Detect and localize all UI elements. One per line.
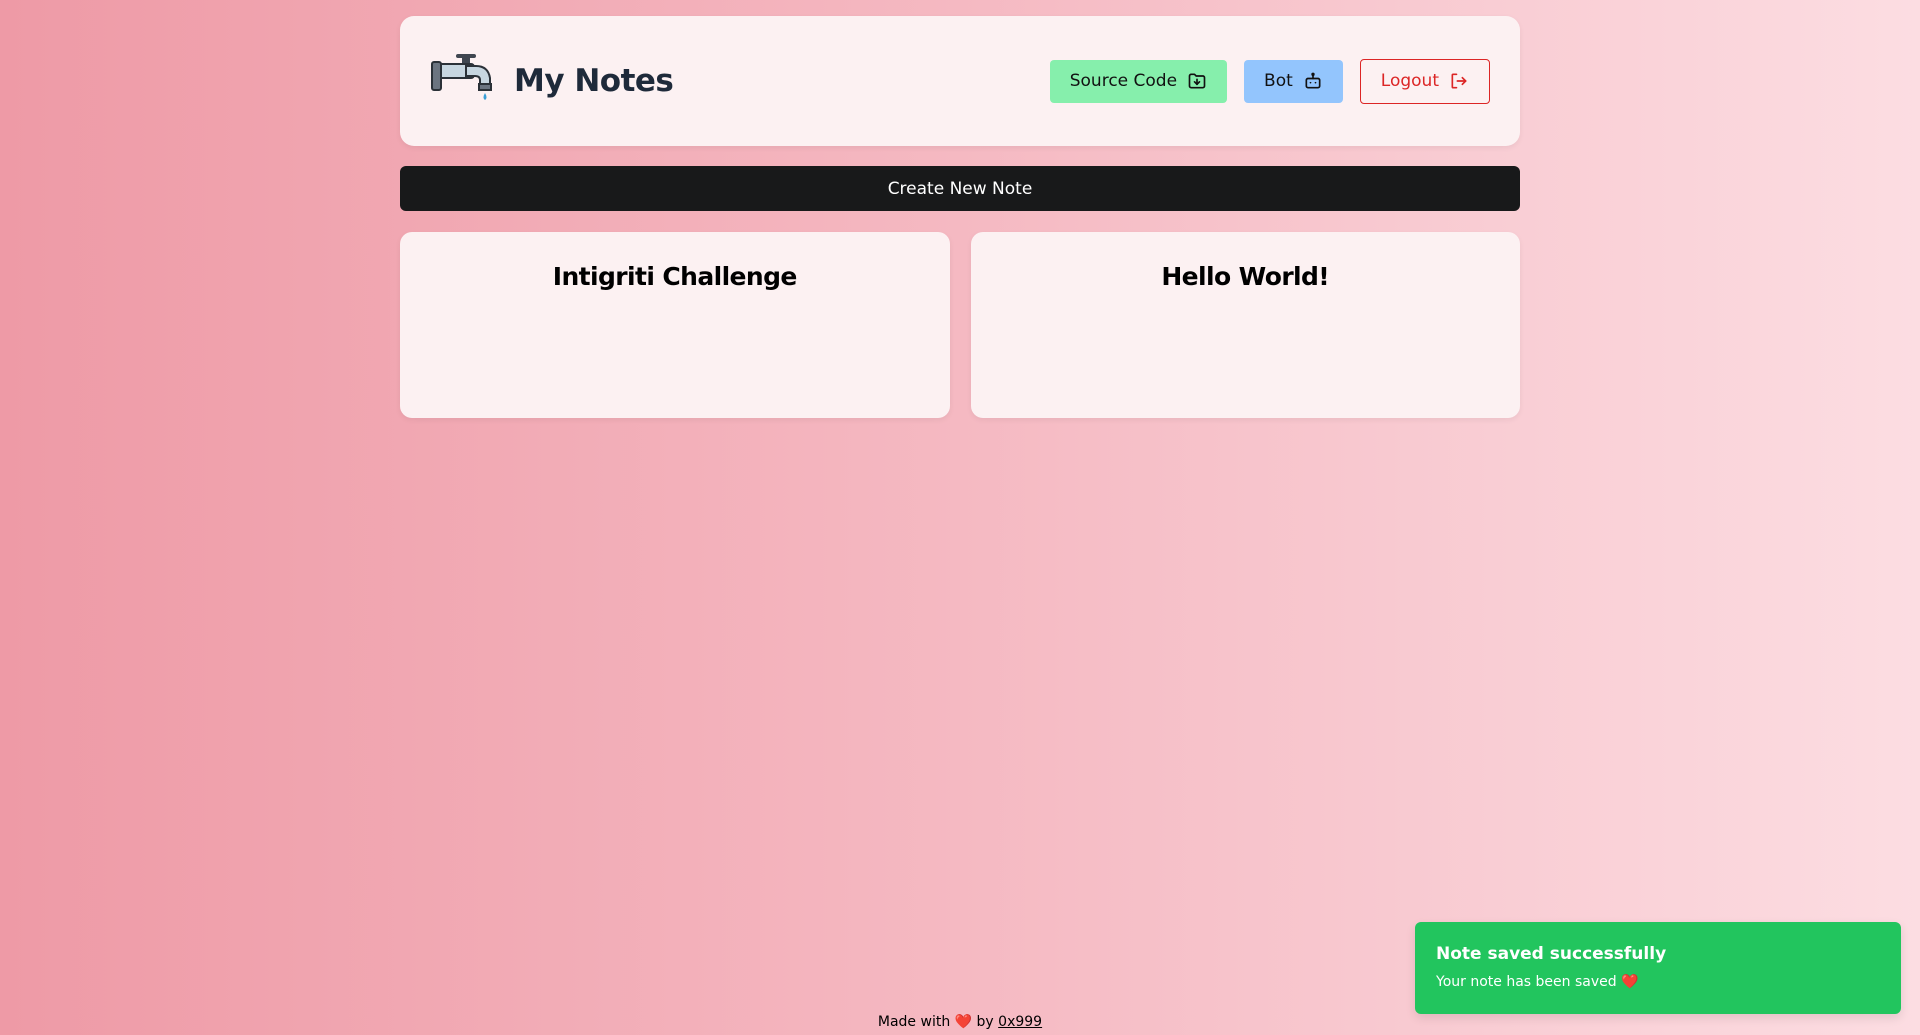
- header: My Notes Source Code Bot Logout: [400, 16, 1520, 146]
- header-actions: Source Code Bot Logout: [1049, 58, 1490, 104]
- note-card[interactable]: Hello World!: [970, 232, 1520, 418]
- source-code-label: Source Code: [1069, 71, 1178, 91]
- bot-button[interactable]: Bot: [1244, 59, 1343, 103]
- footer-prefix: Made with: [877, 1014, 951, 1030]
- note-title: Intigriti Challenge: [552, 262, 798, 291]
- heart-icon: ❤️: [1621, 974, 1639, 990]
- bot-label: Bot: [1264, 71, 1293, 91]
- app-title: My Notes: [514, 63, 674, 99]
- toast-message: Your note has been saved ❤️: [1436, 974, 1880, 990]
- robot-icon: [1305, 72, 1321, 89]
- faucet-icon: [431, 54, 492, 100]
- notes-grid: Intigriti Challenge Hello World!: [400, 232, 1520, 418]
- brand: My Notes: [430, 52, 674, 110]
- success-toast: Note saved successfully Your note has be…: [1415, 922, 1901, 1014]
- source-code-button[interactable]: Source Code: [1049, 59, 1228, 103]
- create-note-button[interactable]: Create New Note: [400, 166, 1520, 211]
- heart-icon: ❤️: [954, 1014, 973, 1030]
- logout-icon: [1451, 73, 1467, 89]
- folder-download-icon: [1188, 73, 1206, 89]
- toast-message-text: Your note has been saved: [1436, 974, 1617, 990]
- footer: Made with ❤️ by 0x999: [0, 1014, 1920, 1030]
- main-container: My Notes Source Code Bot Logout Create N…: [400, 16, 1520, 418]
- note-card[interactable]: Intigriti Challenge: [400, 232, 950, 418]
- logout-button[interactable]: Logout: [1359, 58, 1490, 104]
- logout-label: Logout: [1380, 71, 1439, 91]
- footer-by: by: [976, 1014, 994, 1030]
- note-title: Hello World!: [1161, 262, 1330, 291]
- author-link[interactable]: 0x999: [998, 1014, 1042, 1030]
- toast-title: Note saved successfully: [1436, 944, 1667, 964]
